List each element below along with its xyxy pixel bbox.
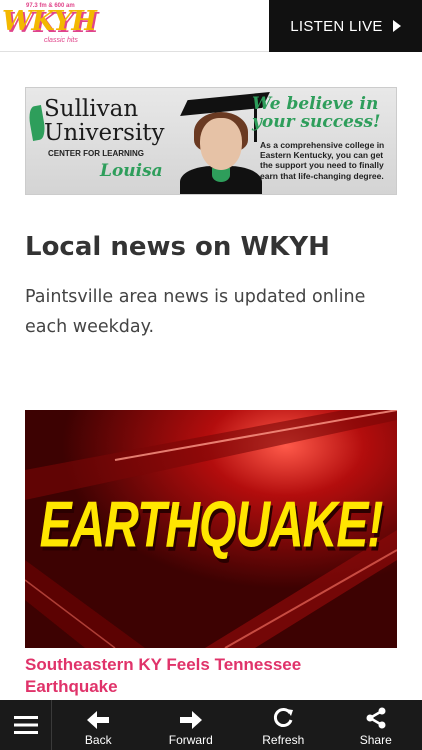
forward-label: Forward [168,733,213,747]
back-label: Back [84,733,112,747]
refresh-label: Refresh [262,733,305,747]
ad-banner[interactable]: Sullivan University CENTER FOR LEARNING … [25,87,397,195]
ad-slogan-line2: your success! [252,111,381,132]
back-arrow-icon [87,711,110,729]
share-label: Share [359,733,392,747]
forward-arrow-icon [179,711,202,729]
page-title: Local news on WKYH [25,232,330,262]
ad-brand-line1: Sullivan [44,96,139,122]
listen-live-label: LISTEN LIVE [290,17,383,35]
back-button[interactable]: Back [52,700,145,750]
ad-brand-line2: University [44,120,165,146]
app-header: 97.3 fm & 600 am WKYH classic hits LISTE… [0,0,422,52]
share-button[interactable]: Share [330,700,422,750]
logo-tagline: classic hits [44,37,78,44]
ad-center-label: CENTER FOR LEARNING [48,149,144,158]
article-image-text: EARTHQUAKE! [39,489,384,562]
logo-text: WKYH [2,6,97,37]
page-intro: Paintsville area news is updated online … [25,287,366,337]
article-image[interactable]: EARTHQUAKE! [25,410,397,648]
ad-slogan: We believe in your success! [252,95,381,132]
hamburger-menu-icon [13,716,38,734]
station-logo[interactable]: 97.3 fm & 600 am WKYH classic hits [0,0,97,50]
ad-description: As a comprehensive college in Eastern Ke… [260,140,385,181]
article-headline-link[interactable]: Southeastern KY Feels Tennessee Earthqua… [25,654,397,698]
play-icon [392,20,401,32]
refresh-icon [274,708,294,727]
share-icon [366,707,386,729]
bottom-toolbar: Back Forward Refresh Share [0,700,422,750]
refresh-button[interactable]: Refresh [237,700,330,750]
forward-button[interactable]: Forward [145,700,238,750]
menu-button[interactable] [0,700,52,750]
ad-town: Louisa [100,161,163,181]
listen-live-button[interactable]: LISTEN LIVE [269,0,422,52]
